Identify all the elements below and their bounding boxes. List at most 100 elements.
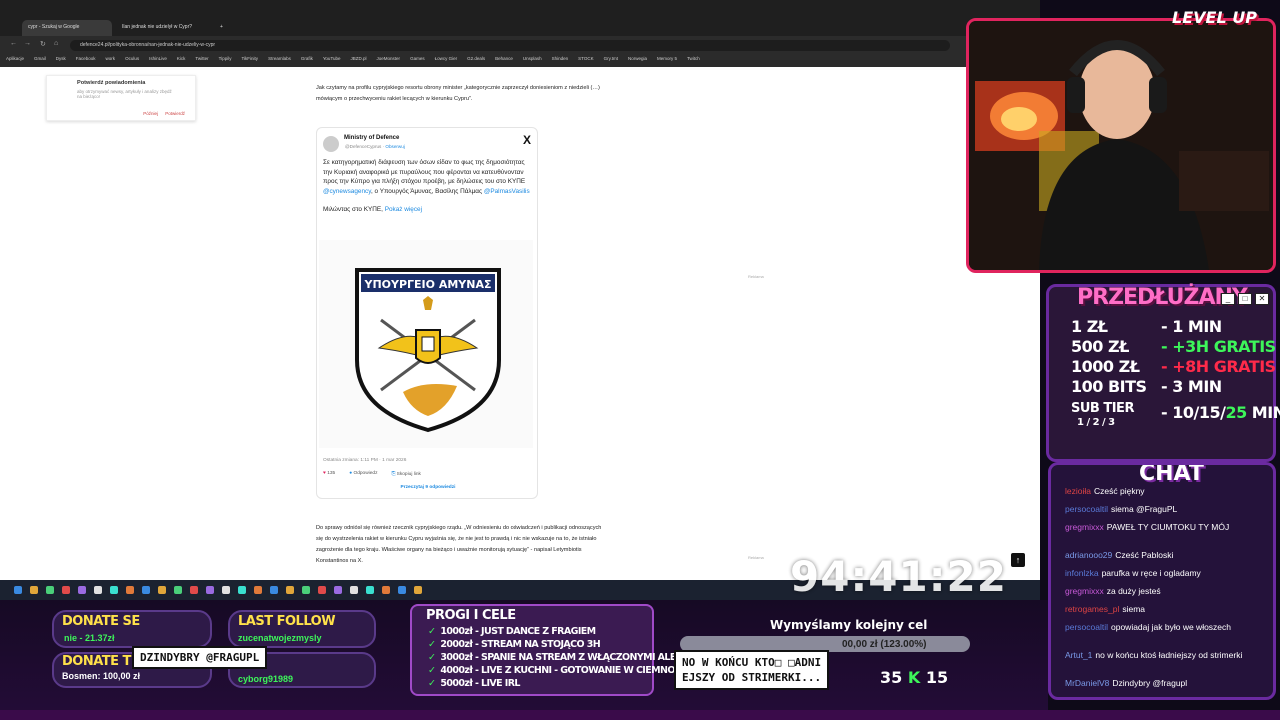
taskbar-app-icon[interactable]: [222, 586, 230, 594]
chat-message: gregmixxx za duży jesteś: [1065, 586, 1161, 596]
last-sub-value: cyborg91989: [238, 674, 294, 684]
taskbar-app-icon[interactable]: [254, 586, 262, 594]
notification-later-button[interactable]: Później: [143, 111, 158, 116]
taskbar-app-icon[interactable]: [110, 586, 118, 594]
taskbar-app-icon[interactable]: [350, 586, 358, 594]
taskbar-app-icon[interactable]: [398, 586, 406, 594]
copy-link-button[interactable]: ⎘ Skopiuj link: [391, 471, 420, 477]
bookmark-item[interactable]: Tippily: [219, 56, 232, 65]
taskbar-app-icon[interactable]: [14, 586, 22, 594]
show-more-link[interactable]: Pokaż więcej: [385, 206, 422, 213]
close-icon: ✕: [1255, 293, 1269, 305]
chat-message: persocoaltil siema @FraguPL: [1065, 504, 1178, 514]
emblem-text: ΥΠΟΥΡΓΕΙΟ ΑΜΥΝΑΣ: [363, 278, 491, 291]
new-tab-button[interactable]: +: [214, 20, 226, 36]
taskbar-app-icon[interactable]: [206, 586, 214, 594]
taskbar-app-icon[interactable]: [46, 586, 54, 594]
taskbar-app-icon[interactable]: [174, 586, 182, 594]
bookmark-item[interactable]: Shinden: [552, 56, 569, 65]
ministry-emblem-svg: ΥΠΟΥΡΓΕΙΟ ΑΜΥΝΑΣ: [355, 268, 501, 433]
taskbar-app-icon[interactable]: [286, 586, 294, 594]
back-icon[interactable]: ←: [10, 40, 17, 47]
taskbar-app-icon[interactable]: [62, 586, 70, 594]
taskbar-app-icon[interactable]: [334, 586, 342, 594]
taskbar-app-icon[interactable]: [94, 586, 102, 594]
subathon-row: 100 BITS - 3 MIN: [1071, 377, 1222, 396]
follow-link[interactable]: Obserwuj: [385, 144, 404, 149]
chat-message: persocoaltil opowiadaj jak było we włosze…: [1065, 622, 1232, 632]
last-follow-title: LAST FOLLOW: [238, 614, 336, 629]
home-icon[interactable]: ⌂: [54, 40, 58, 47]
notification-title: Potwierdź powiadomienia: [77, 80, 146, 86]
chat-panel: CHAT lezioiła Cześć piękny persocoaltil si…: [1048, 462, 1276, 700]
donate-se-value: nie - 21.37zł: [64, 633, 115, 643]
embedded-tweet: Ministry of Defence @DefenceCyprus · Obs…: [316, 127, 538, 499]
tab-bar: cypr - Szukaj w Google Ilan jednak nie u…: [0, 0, 1040, 36]
subathon-row: - 10/15/25 MIN: [1161, 403, 1280, 422]
taskbar-app-icon[interactable]: [270, 586, 278, 594]
taskbar-app-icon[interactable]: [126, 586, 134, 594]
bookmark-item[interactable]: Kick: [177, 56, 186, 65]
forward-icon[interactable]: →: [24, 40, 31, 47]
progi-item: ✓ 4000zł - LIVE Z KUCHNI - GOTOWANIE W CI…: [428, 665, 675, 676]
subathon-row: 1000 ZŁ - +8H GRATIS: [1071, 357, 1276, 376]
tweet-source: Μιλώντας στο ΚΥΠΕ, Pokaż więcej: [323, 206, 422, 214]
ministry-emblem-image: ΥΠΟΥΡΓΕΙΟ ΑΜΥΝΑΣ: [319, 240, 533, 448]
bookmark-item[interactable]: Facebook: [76, 56, 96, 65]
chat-message: infonlzka parufka w ręce i ogladamy: [1065, 568, 1201, 578]
bookmark-item[interactable]: YouTube: [323, 56, 341, 65]
tab-google[interactable]: cypr - Szukaj w Google: [22, 20, 112, 36]
like-button[interactable]: ♥ 135: [323, 471, 335, 477]
taskbar-app-icon[interactable]: [158, 586, 166, 594]
taskbar-app-icon[interactable]: [30, 586, 38, 594]
bookmark-item[interactable]: IshinLive: [149, 56, 167, 65]
bookmark-item[interactable]: Gmail: [34, 56, 46, 65]
taskbar-app-icon[interactable]: [78, 586, 86, 594]
bookmark-item[interactable]: Norwegia: [628, 56, 647, 65]
donate-se-title: DONATE SE: [62, 614, 140, 629]
reply-button[interactable]: ● Odpowiedz: [349, 471, 377, 477]
taskbar-app-icon[interactable]: [142, 586, 150, 594]
reply-icon: ●: [349, 471, 353, 476]
notification-confirm-button[interactable]: Potwierdź: [165, 111, 185, 116]
bookmark-item[interactable]: Łowcy Gier: [435, 56, 458, 65]
tweet-handle: @DefenceCyprus · Obserwuj: [345, 144, 405, 149]
bookmark-item[interactable]: G2.deals: [467, 56, 485, 65]
bookmark-item[interactable]: Twitch: [687, 56, 700, 65]
tweet-body: Σε κατηγορηματική διάψευση των όσων είδα…: [323, 158, 533, 215]
bookmark-item[interactable]: Streamlabs: [268, 56, 291, 65]
tab-article[interactable]: Ilan jednak nie udzielył w Cypr?: [116, 20, 212, 36]
tweet-author: Ministry of Defence: [344, 135, 400, 141]
taskbar-app-icon[interactable]: [414, 586, 422, 594]
scroll-to-top-button[interactable]: ↑: [1011, 553, 1025, 567]
bookmark-item[interactable]: Aplikacje: [6, 56, 24, 65]
taskbar-app-icon[interactable]: [302, 586, 310, 594]
window-buttons: _ □ ✕: [1221, 293, 1269, 305]
read-replies-link[interactable]: Przeczytaj 9 odpowiedzi: [323, 485, 533, 490]
bookmark-item[interactable]: Dysk: [56, 56, 66, 65]
taskbar-app-icon[interactable]: [190, 586, 198, 594]
chat-message: lezioiła Cześć piękny: [1065, 486, 1145, 496]
bookmark-item[interactable]: work: [106, 56, 116, 65]
article-page: Potwierdź powiadomienia aby otrzymywać n…: [0, 67, 1040, 580]
bookmark-item[interactable]: Twitter: [195, 56, 208, 65]
bookmark-item[interactable]: STOCK: [578, 56, 593, 65]
bookmark-item[interactable]: JBZD.pl: [351, 56, 367, 65]
bookmark-item[interactable]: JoeMonster: [377, 56, 401, 65]
reload-icon[interactable]: ↻: [40, 40, 46, 48]
bookmark-item[interactable]: Memory 5: [657, 56, 677, 65]
taskbar-app-icon[interactable]: [382, 586, 390, 594]
taskbar-app-icon[interactable]: [366, 586, 374, 594]
taskbar-app-icon[interactable]: [318, 586, 326, 594]
bookmark-item[interactable]: TikFinity: [241, 56, 258, 65]
bookmark-item[interactable]: Behance: [495, 56, 513, 65]
link-icon: ⎘: [391, 472, 396, 477]
url-input[interactable]: defence24.pl/polityka-obronna/nan-jednak…: [70, 40, 950, 51]
bookmark-item[interactable]: Unsplash: [523, 56, 542, 65]
bookmark-item[interactable]: Oculus: [125, 56, 139, 65]
bookmark-item[interactable]: Games: [410, 56, 425, 65]
bookmark-item[interactable]: Gry.tmt: [604, 56, 618, 65]
bookmark-item[interactable]: Grafik: [301, 56, 313, 65]
chat-title: CHAT: [1139, 462, 1204, 486]
taskbar-app-icon[interactable]: [238, 586, 246, 594]
